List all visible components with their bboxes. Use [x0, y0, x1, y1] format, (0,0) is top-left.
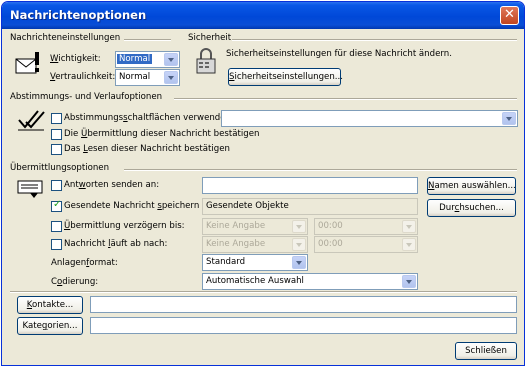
message-settings-heading: Nachrichteneinstellungen	[10, 33, 121, 43]
checkmark-icon: ✓	[53, 199, 62, 210]
chevron-down-icon[interactable]	[502, 112, 516, 125]
request-delivery-receipt-checkbox[interactable]	[51, 129, 62, 140]
voting-buttons-select[interactable]	[221, 110, 518, 127]
use-voting-buttons-checkbox[interactable]	[51, 113, 62, 124]
chevron-down-icon[interactable]	[292, 220, 306, 233]
expires-after-checkbox[interactable]	[51, 239, 62, 250]
delay-time-select[interactable]: 00:00	[314, 218, 418, 235]
browse-button[interactable]: Durchsuchen...	[427, 199, 516, 217]
have-replies-sent-to-label: Antworten senden an:	[64, 180, 160, 190]
save-sent-message-label: Gesendete Nachricht speichern in:	[64, 201, 213, 211]
categories-button[interactable]: Kategorien...	[17, 317, 83, 335]
expires-time-select[interactable]: 00:00	[314, 236, 418, 253]
contacts-button[interactable]: Kontakte...	[17, 296, 83, 314]
select-names-button[interactable]: Namen auswählen...	[427, 177, 516, 195]
title-bar[interactable]: Nachrichtenoptionen ✕	[2, 2, 524, 29]
chevron-down-icon[interactable]	[402, 238, 416, 251]
importance-label: Wichtigkeit:	[50, 54, 101, 64]
encoding-label: Codierung:	[51, 277, 99, 287]
attachment-format-select[interactable]: Standard	[202, 254, 308, 271]
use-voting-buttons-label: Abstimmungsschaltflächen verwenden:	[64, 113, 234, 123]
expires-date-select[interactable]: Keine Angabe	[202, 236, 308, 253]
delay-delivery-checkbox[interactable]	[51, 221, 62, 232]
voting-tracking-icon	[18, 110, 45, 131]
voting-divider	[174, 98, 517, 100]
request-read-receipt-label: Das Lesen dieser Nachricht bestätigen	[64, 144, 230, 154]
security-divider	[232, 39, 517, 41]
close-button[interactable]: Schließen	[455, 342, 517, 360]
chevron-down-icon[interactable]	[164, 71, 178, 84]
security-settings-button[interactable]: Sicherheitseinstellungen...	[228, 68, 343, 86]
replies-to-input[interactable]	[202, 177, 418, 194]
delivery-divider	[124, 169, 517, 171]
delivery-envelope-icon	[17, 180, 43, 198]
importance-value: Normal	[117, 54, 153, 64]
delivery-heading: Übermittlungsoptionen	[10, 163, 110, 173]
window-title: Nachrichtenoptionen	[10, 8, 147, 22]
expires-after-label: Nachricht läuft ab nach:	[64, 239, 168, 249]
request-delivery-receipt-label: Die Übermittlung dieser Nachricht bestät…	[64, 129, 260, 139]
sent-items-folder-field[interactable]: Gesendete Objekte	[202, 198, 418, 215]
close-window-button[interactable]: ✕	[500, 6, 519, 25]
chevron-down-icon[interactable]	[402, 220, 416, 233]
delay-delivery-label: Übermittlung verzögern bis:	[64, 221, 185, 231]
save-sent-message-checkbox[interactable]: ✓	[51, 199, 62, 212]
chevron-down-icon[interactable]	[292, 256, 306, 269]
encoding-select[interactable]: Automatische Auswahl	[202, 273, 418, 290]
lock-icon	[196, 48, 216, 74]
chevron-down-icon[interactable]	[164, 53, 178, 66]
voting-heading: Abstimmungs- und Verlaufoptionen	[10, 92, 163, 102]
categories-input[interactable]	[90, 317, 517, 334]
have-replies-sent-to-checkbox[interactable]	[51, 180, 62, 191]
message-options-dialog: Nachrichtenoptionen ✕ Nachrichteneinstel…	[1, 1, 525, 366]
chevron-down-icon[interactable]	[292, 238, 306, 251]
message-settings-icon	[15, 52, 39, 74]
attachment-format-label: Anlagenformat:	[51, 258, 118, 268]
security-description: Sicherheitseinstellungen für diese Nachr…	[226, 49, 452, 59]
contacts-input[interactable]	[90, 296, 517, 313]
sensitivity-value: Normal	[119, 72, 151, 82]
request-read-receipt-checkbox[interactable]	[51, 144, 62, 155]
sensitivity-label: Vertraulichkeit:	[50, 72, 116, 82]
bottom-divider	[10, 291, 517, 293]
importance-select[interactable]: Normal	[115, 51, 180, 68]
message-settings-divider	[124, 39, 171, 41]
delay-date-select[interactable]: Keine Angabe	[202, 218, 308, 235]
security-heading: Sicherheit	[188, 33, 232, 43]
chevron-down-icon[interactable]	[402, 275, 416, 288]
sensitivity-select[interactable]: Normal	[115, 69, 180, 86]
